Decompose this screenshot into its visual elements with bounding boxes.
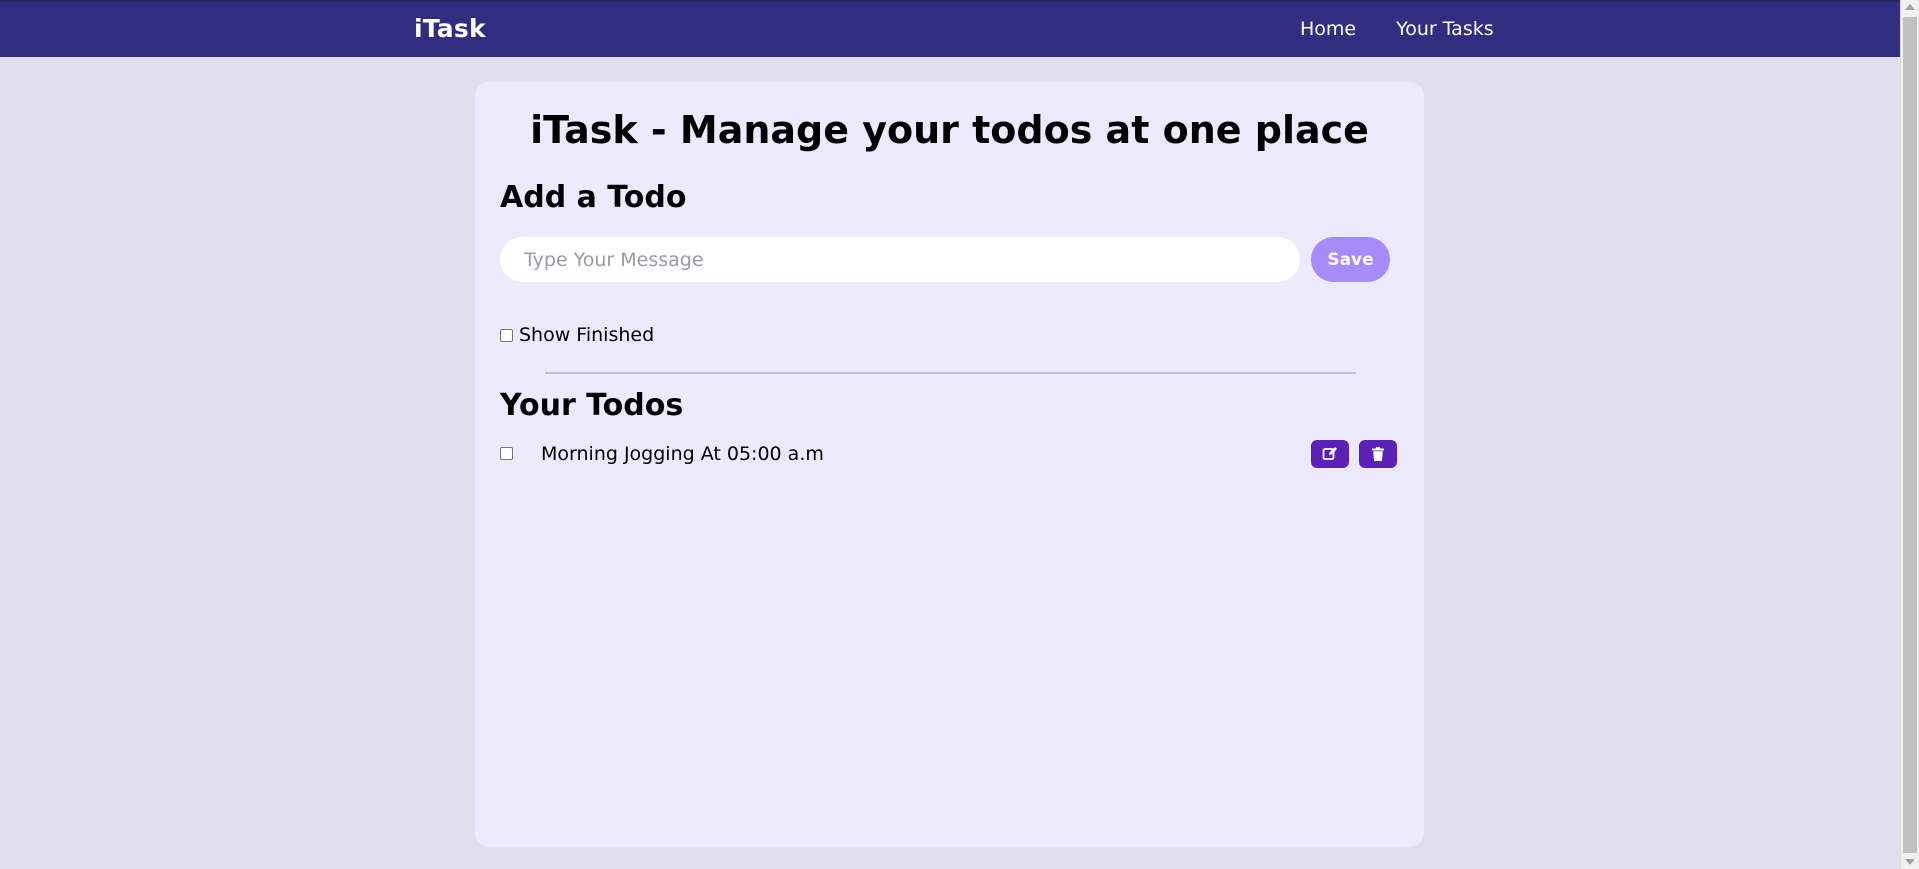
save-button[interactable]: Save [1311,237,1390,282]
nav-link-your-tasks[interactable]: Your Tasks [1396,18,1494,40]
todo-text: Morning Jogging At 05:00 a.m [541,443,824,465]
nav-links: Home Your Tasks [1300,18,1494,40]
page-title: iTask - Manage your todos at one place [530,108,1369,152]
your-todos-heading: Your Todos [500,388,684,423]
edit-icon [1322,447,1337,460]
todo-card: iTask - Manage your todos at one place A… [475,82,1424,847]
trash-icon [1372,447,1384,461]
navbar: iTask Home Your Tasks [0,0,1900,57]
divider [545,372,1356,374]
show-finished-checkbox[interactable] [500,328,513,342]
brand-logo[interactable]: iTask [414,14,486,43]
scroll-up-arrow-icon[interactable] [1905,4,1915,10]
todo-item: Morning Jogging At 05:00 a.m [500,440,1397,470]
todo-checkbox[interactable] [500,447,513,460]
nav-link-home[interactable]: Home [1300,18,1356,40]
scrollbar-thumb[interactable] [1903,17,1917,853]
scroll-down-arrow-icon[interactable] [1905,859,1915,865]
show-finished-label: Show Finished [519,324,655,346]
add-todo-heading: Add a Todo [500,180,687,215]
todo-input[interactable] [500,237,1300,282]
edit-button[interactable] [1311,440,1349,468]
show-finished-toggle[interactable]: Show Finished [500,324,654,346]
delete-button[interactable] [1359,440,1397,468]
vertical-scrollbar[interactable] [1900,0,1919,869]
